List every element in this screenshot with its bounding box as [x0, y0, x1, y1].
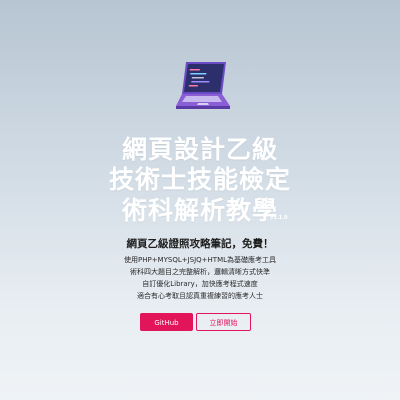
hero-subtitle: 網頁乙級證照攻略筆記，免費！ [126, 238, 274, 250]
hero-title-line-3: 術科解析教學 [121, 196, 278, 225]
version-badge: v3.1.0 [270, 215, 288, 221]
description-line-3: 自訂優化Library，加快應考程式速度 [142, 280, 258, 288]
hero-title-line-2: 技術士技能檢定 [108, 165, 291, 194]
start-button[interactable]: 立即開始 [196, 313, 251, 331]
description-line-4: 適合有心考取且認真重複練習的應考人士 [137, 292, 263, 300]
hero-section: 網頁設計乙級 技術士技能檢定 術科解析教學 v3.1.0 網頁乙級證照攻略筆記，… [0, 0, 400, 400]
hero-title-line-1: 網頁設計乙級 [121, 135, 278, 164]
description-line-2: 術科四大題目之完整解析，邏輯清晰方式快準 [130, 268, 270, 276]
laptop-icon [176, 62, 230, 109]
description-line-1: 使用PHP+MYSQL+JSJQ+HTML為基礎應考工具 [123, 256, 277, 264]
github-button[interactable]: GitHub [140, 313, 193, 331]
